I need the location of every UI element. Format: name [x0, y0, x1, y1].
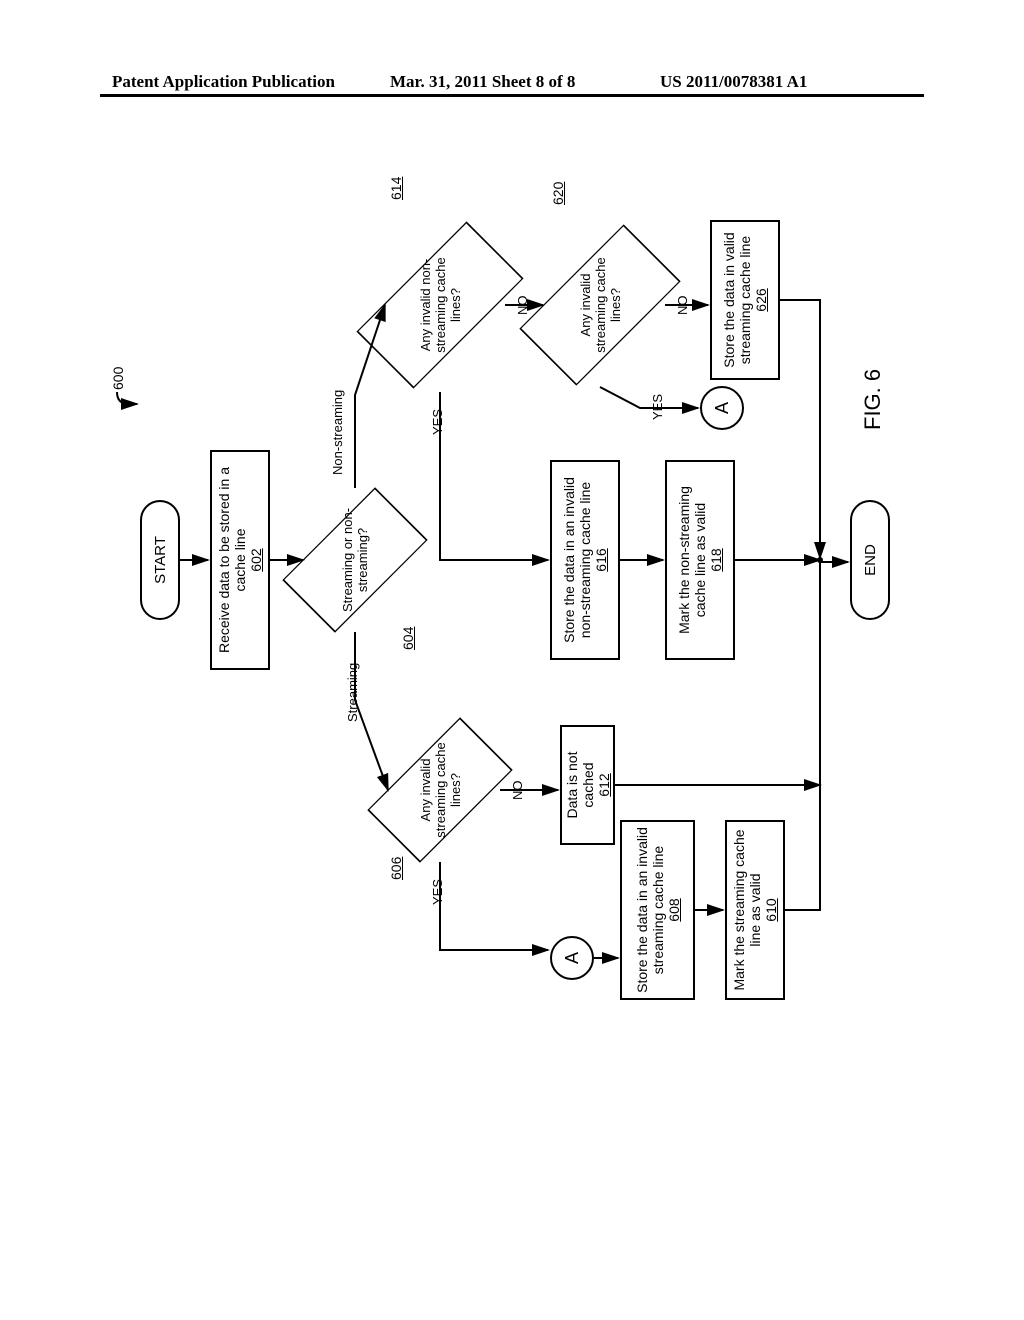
- header-left: Patent Application Publication: [112, 72, 335, 92]
- connector-a-entry: A: [550, 936, 594, 980]
- decision-606-text: Any invalid streaming cache lines?: [418, 742, 463, 837]
- flowchart-arrows: [120, 200, 1024, 940]
- decision-614-ref: 614: [388, 177, 404, 200]
- decision-620-text: Any invalid streaming cache lines?: [578, 257, 623, 352]
- flowchart-fig-6: 600 START Receive data to be stored in a…: [120, 200, 1024, 940]
- decision-604-text: Streaming or non-streaming?: [340, 508, 370, 612]
- header-mid: Mar. 31, 2011 Sheet 8 of 8: [390, 72, 575, 92]
- header-right: US 2011/0078381 A1: [660, 72, 807, 92]
- connector-a-entry-label: A: [562, 952, 583, 964]
- decision-614-text: Any invalid non-streaming cache lines?: [418, 257, 463, 352]
- header-rule: [100, 94, 924, 97]
